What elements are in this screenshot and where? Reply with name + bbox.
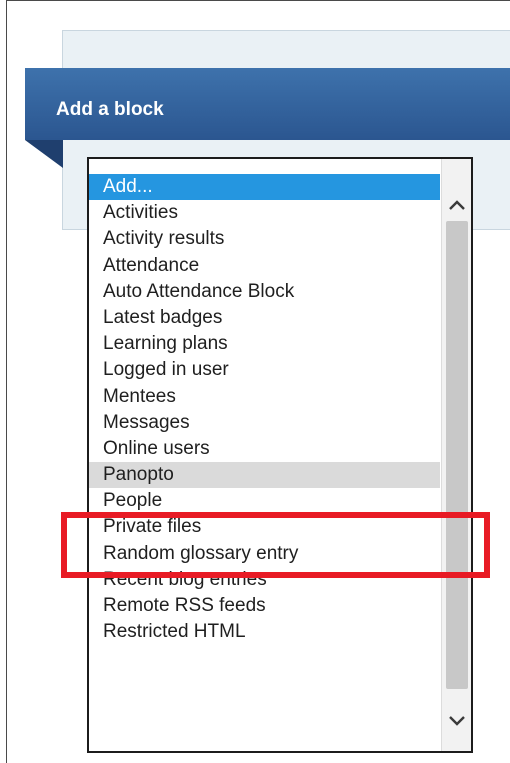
add-block-header: Add a block [25,68,510,140]
chevron-down-icon [449,716,465,726]
add-block-title: Add a block [56,99,164,120]
listbox-scrollbar[interactable] [441,159,471,751]
option-activity-results[interactable]: Activity results [89,226,440,252]
option-mentees[interactable]: Mentees [89,384,440,410]
option-remote-rss-feeds[interactable]: Remote RSS feeds [89,593,440,619]
option-auto-attendance-block[interactable]: Auto Attendance Block [89,279,440,305]
scroll-down-button[interactable] [442,703,471,739]
add-block-select[interactable]: Add... Activities Activity results Atten… [87,157,473,753]
option-latest-badges[interactable]: Latest badges [89,305,440,331]
option-activities[interactable]: Activities [89,200,440,226]
chevron-up-icon [449,200,465,210]
scroll-thumb[interactable] [446,221,468,689]
option-attendance[interactable]: Attendance [89,253,440,279]
option-add[interactable]: Add... [89,174,440,201]
header-fold-decoration [25,140,63,168]
option-people[interactable]: People [89,488,440,514]
annotation-highlight-box [61,512,490,578]
option-online-users[interactable]: Online users [89,436,440,462]
option-restricted-html[interactable]: Restricted HTML [89,619,440,645]
option-panopto[interactable]: Panopto [89,462,440,489]
option-messages[interactable]: Messages [89,410,440,436]
option-logged-in-user[interactable]: Logged in user [89,357,440,383]
option-learning-plans[interactable]: Learning plans [89,331,440,357]
scroll-up-button[interactable] [442,187,471,223]
